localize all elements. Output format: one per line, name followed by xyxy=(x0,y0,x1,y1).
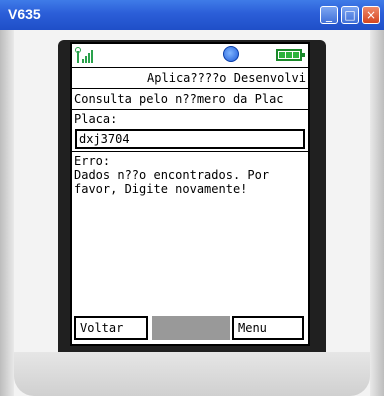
window-titlebar: V635 _ □ × xyxy=(0,0,384,31)
menu-softkey[interactable]: Menu xyxy=(232,316,304,340)
screen-subtitle: Consulta pelo n??mero da Plac xyxy=(72,89,308,110)
signal-strength-icon xyxy=(75,47,93,63)
back-softkey[interactable]: Voltar xyxy=(74,316,148,340)
phone-bottom-edge xyxy=(14,352,370,396)
phone-screen: Aplica????o Desenvolvi Consulta pelo n??… xyxy=(70,42,310,346)
app-title: Aplica????o Desenvolvi xyxy=(72,68,308,89)
phone-right-edge xyxy=(370,30,384,396)
plate-label: Placa: xyxy=(74,112,118,126)
status-bar xyxy=(72,44,308,68)
maximize-button[interactable]: □ xyxy=(341,6,359,24)
window-title: V635 xyxy=(8,6,41,22)
error-title: Erro: xyxy=(74,154,111,168)
plate-input[interactable]: dxj3704 xyxy=(75,129,305,149)
error-box: Erro: Dados n??o encontrados. Por favor,… xyxy=(72,151,308,196)
softkey-bar: Voltar Menu xyxy=(72,310,308,344)
globe-icon xyxy=(223,46,239,62)
close-button[interactable]: × xyxy=(362,6,380,24)
battery-full-icon xyxy=(276,49,305,61)
minimize-button[interactable]: _ xyxy=(320,6,338,24)
phone-left-edge xyxy=(0,30,14,396)
error-message: Dados n??o encontrados. Por favor, Digit… xyxy=(74,168,270,196)
center-softkey[interactable] xyxy=(152,316,230,340)
